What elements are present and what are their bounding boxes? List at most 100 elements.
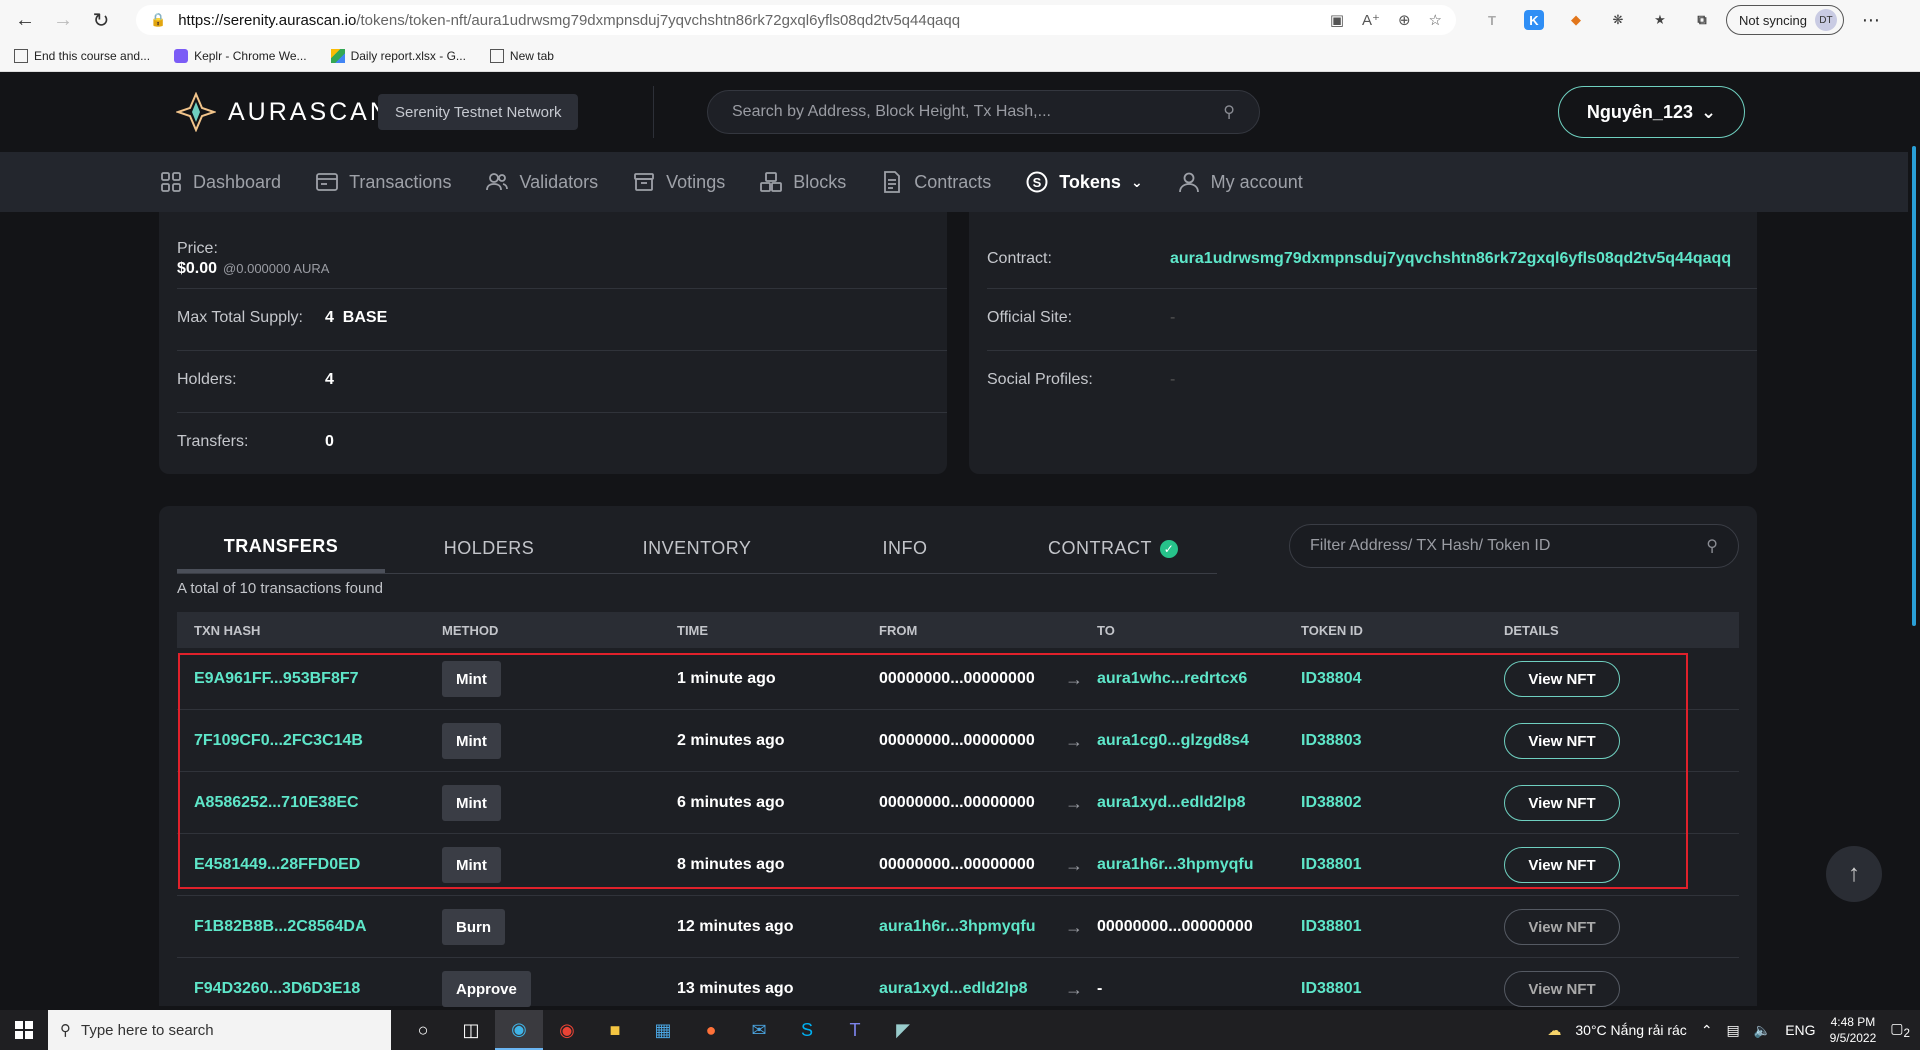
language-indicator[interactable]: ENG	[1785, 1022, 1815, 1038]
bookmark-item[interactable]: New tab	[489, 48, 554, 63]
nav-contracts[interactable]: Contracts	[880, 170, 991, 194]
social-value: -	[1170, 371, 1176, 388]
tab-inventory[interactable]: INVENTORY	[593, 524, 801, 573]
txn-hash-link[interactable]: E9A961FF...953BF8F7	[194, 648, 359, 710]
cortana-icon[interactable]: ○	[399, 1010, 447, 1050]
taskbar-search[interactable]: ⚲ Type here to search	[48, 1010, 391, 1050]
app-icon[interactable]: ◤	[879, 1010, 927, 1050]
to-address-link[interactable]: aura1xyd...edld2lp8	[1097, 772, 1246, 834]
weather-text[interactable]: 30°C Nắng rải rác	[1575, 1022, 1686, 1038]
view-nft-button[interactable]: View NFT	[1504, 909, 1620, 945]
arrow-up-icon: ↑	[1848, 860, 1860, 887]
token-id-link[interactable]: ID38802	[1301, 772, 1362, 834]
read-aloud-icon[interactable]: A⁺	[1362, 11, 1380, 29]
refresh-icon[interactable]: ↻	[86, 5, 116, 35]
clock[interactable]: 4:48 PM 9/5/2022	[1830, 1014, 1877, 1046]
forward-icon[interactable]: →	[48, 5, 78, 35]
bookmark-item[interactable]: End this course and...	[14, 48, 150, 63]
time-value: 2 minutes ago	[677, 732, 785, 749]
bookmark-item[interactable]: Daily report.xlsx - G...	[330, 48, 466, 63]
from-address-link[interactable]: aura1h6r...3hpmyqfu	[879, 896, 1036, 958]
edge-icon[interactable]: ◉	[495, 1010, 543, 1050]
url-host: https://serenity.aurascan.io	[178, 11, 357, 29]
keplr-extension-icon[interactable]: K	[1524, 10, 1544, 30]
favorite-add-icon[interactable]: ☆	[1429, 11, 1442, 29]
nav-my-account[interactable]: My account	[1177, 170, 1303, 194]
account-button[interactable]: Nguyên_123 ⌄	[1558, 86, 1745, 138]
to-address-link[interactable]: aura1h6r...3hpmyqfu	[1097, 834, 1254, 896]
nav-validators[interactable]: Validators	[485, 170, 598, 194]
address-bar[interactable]: 🔒 https://serenity.aurascan.io/tokens/to…	[136, 5, 1456, 35]
nav-votings[interactable]: Votings	[632, 170, 725, 194]
nav-blocks[interactable]: Blocks	[759, 170, 846, 194]
firefox-icon[interactable]: ●	[687, 1010, 735, 1050]
method-badge: Burn	[442, 909, 505, 945]
sync-status[interactable]: Not syncing DT	[1726, 5, 1844, 35]
chevron-up-icon[interactable]: ⌃	[1701, 1022, 1713, 1039]
system-tray: ☁ 30°C Nắng rải rác ⌃ ▤ 🔈 ENG 4:48 PM 9/…	[1547, 1014, 1920, 1046]
scroll-to-top-button[interactable]: ↑	[1826, 846, 1882, 902]
mail-icon[interactable]: ✉	[735, 1010, 783, 1050]
favorites-icon[interactable]: ★	[1650, 10, 1670, 30]
th-details: DETAILS	[1504, 622, 1559, 638]
nav-transactions[interactable]: Transactions	[315, 170, 451, 194]
txn-hash-link[interactable]: E4581449...28FFD0ED	[194, 834, 360, 896]
time-value: 6 minutes ago	[677, 794, 785, 811]
to-address-link[interactable]: aura1whc...redrtcx6	[1097, 648, 1247, 710]
extensions-icon[interactable]: ❋	[1608, 10, 1628, 30]
supply-value: 4 BASE	[325, 309, 387, 327]
tab-transfers[interactable]: TRANSFERS	[177, 524, 385, 573]
search-icon[interactable]: ⚲	[1223, 102, 1235, 122]
txn-hash-link[interactable]: A8586252...710E38EC	[194, 772, 359, 834]
aurascan-logo[interactable]: AURASCAN	[176, 92, 391, 132]
app-available-icon[interactable]: ▣	[1330, 11, 1344, 29]
teams-icon[interactable]: T	[831, 1010, 879, 1050]
back-icon[interactable]: ←	[10, 5, 40, 35]
extension-t-icon[interactable]: T	[1482, 10, 1502, 30]
chrome-icon[interactable]: ◉	[543, 1010, 591, 1050]
notification-count: 2	[1903, 1026, 1910, 1040]
time-value: 1 minute ago	[677, 670, 776, 687]
tab-info[interactable]: INFO	[801, 524, 1009, 573]
task-view-icon[interactable]: ◫	[447, 1010, 495, 1050]
view-nft-button[interactable]: View NFT	[1504, 661, 1620, 697]
skype-icon[interactable]: S	[783, 1010, 831, 1050]
network-icon[interactable]: ▤	[1727, 1022, 1740, 1039]
token-id-link[interactable]: ID38804	[1301, 648, 1362, 710]
global-search-input[interactable]	[732, 103, 1224, 121]
official-site-row: Official Site: -	[987, 289, 1757, 351]
notification-icon[interactable]: ▢2	[1890, 1020, 1910, 1040]
token-id-link[interactable]: ID38801	[1301, 834, 1362, 896]
metamask-extension-icon[interactable]: ◆	[1566, 10, 1586, 30]
txn-hash-link[interactable]: 7F109CF0...2FC3C14B	[194, 710, 363, 772]
view-nft-button[interactable]: View NFT	[1504, 847, 1620, 883]
collections-icon[interactable]: ⧉	[1692, 10, 1712, 30]
site-header: AURASCAN Serenity Testnet Network ⚲ Nguy…	[0, 72, 1920, 152]
nav-label: Transactions	[349, 171, 452, 192]
store-icon[interactable]: ▦	[639, 1010, 687, 1050]
windows-start-icon[interactable]	[0, 1010, 48, 1050]
more-icon[interactable]: ⋯	[1862, 10, 1880, 31]
tab-contract[interactable]: CONTRACT ✓	[1009, 524, 1217, 573]
page-scrollbar[interactable]	[1908, 72, 1920, 1010]
scrollbar-thumb[interactable]	[1912, 146, 1916, 626]
zoom-icon[interactable]: ⊕	[1398, 11, 1411, 29]
filter-input[interactable]	[1310, 537, 1707, 555]
to-address-link[interactable]: aura1cg0...glzgd8s4	[1097, 710, 1249, 772]
view-nft-button[interactable]: View NFT	[1504, 971, 1620, 1007]
token-id-link[interactable]: ID38801	[1301, 896, 1362, 958]
volume-icon[interactable]: 🔈	[1754, 1022, 1771, 1039]
contract-link[interactable]: aura1udrwsmg79dxmpnsduj7yqvchshtn86rk72g…	[1170, 250, 1731, 268]
tab-holders[interactable]: HOLDERS	[385, 524, 593, 573]
search-icon[interactable]: ⚲	[1706, 536, 1718, 556]
arrow-right-icon: →	[1065, 730, 1083, 751]
view-nft-button[interactable]: View NFT	[1504, 785, 1620, 821]
view-nft-button[interactable]: View NFT	[1504, 723, 1620, 759]
bookmark-item[interactable]: Keplr - Chrome We...	[174, 48, 307, 63]
token-id-link[interactable]: ID38803	[1301, 710, 1362, 772]
file-explorer-icon[interactable]: ■	[591, 1010, 639, 1050]
nav-dashboard[interactable]: Dashboard	[159, 170, 281, 194]
txn-hash-link[interactable]: F1B82B8B...2C8564DA	[194, 896, 367, 958]
nav-tokens[interactable]: S Tokens ⌄	[1025, 170, 1143, 194]
clock-time: 4:48 PM	[1830, 1015, 1876, 1029]
